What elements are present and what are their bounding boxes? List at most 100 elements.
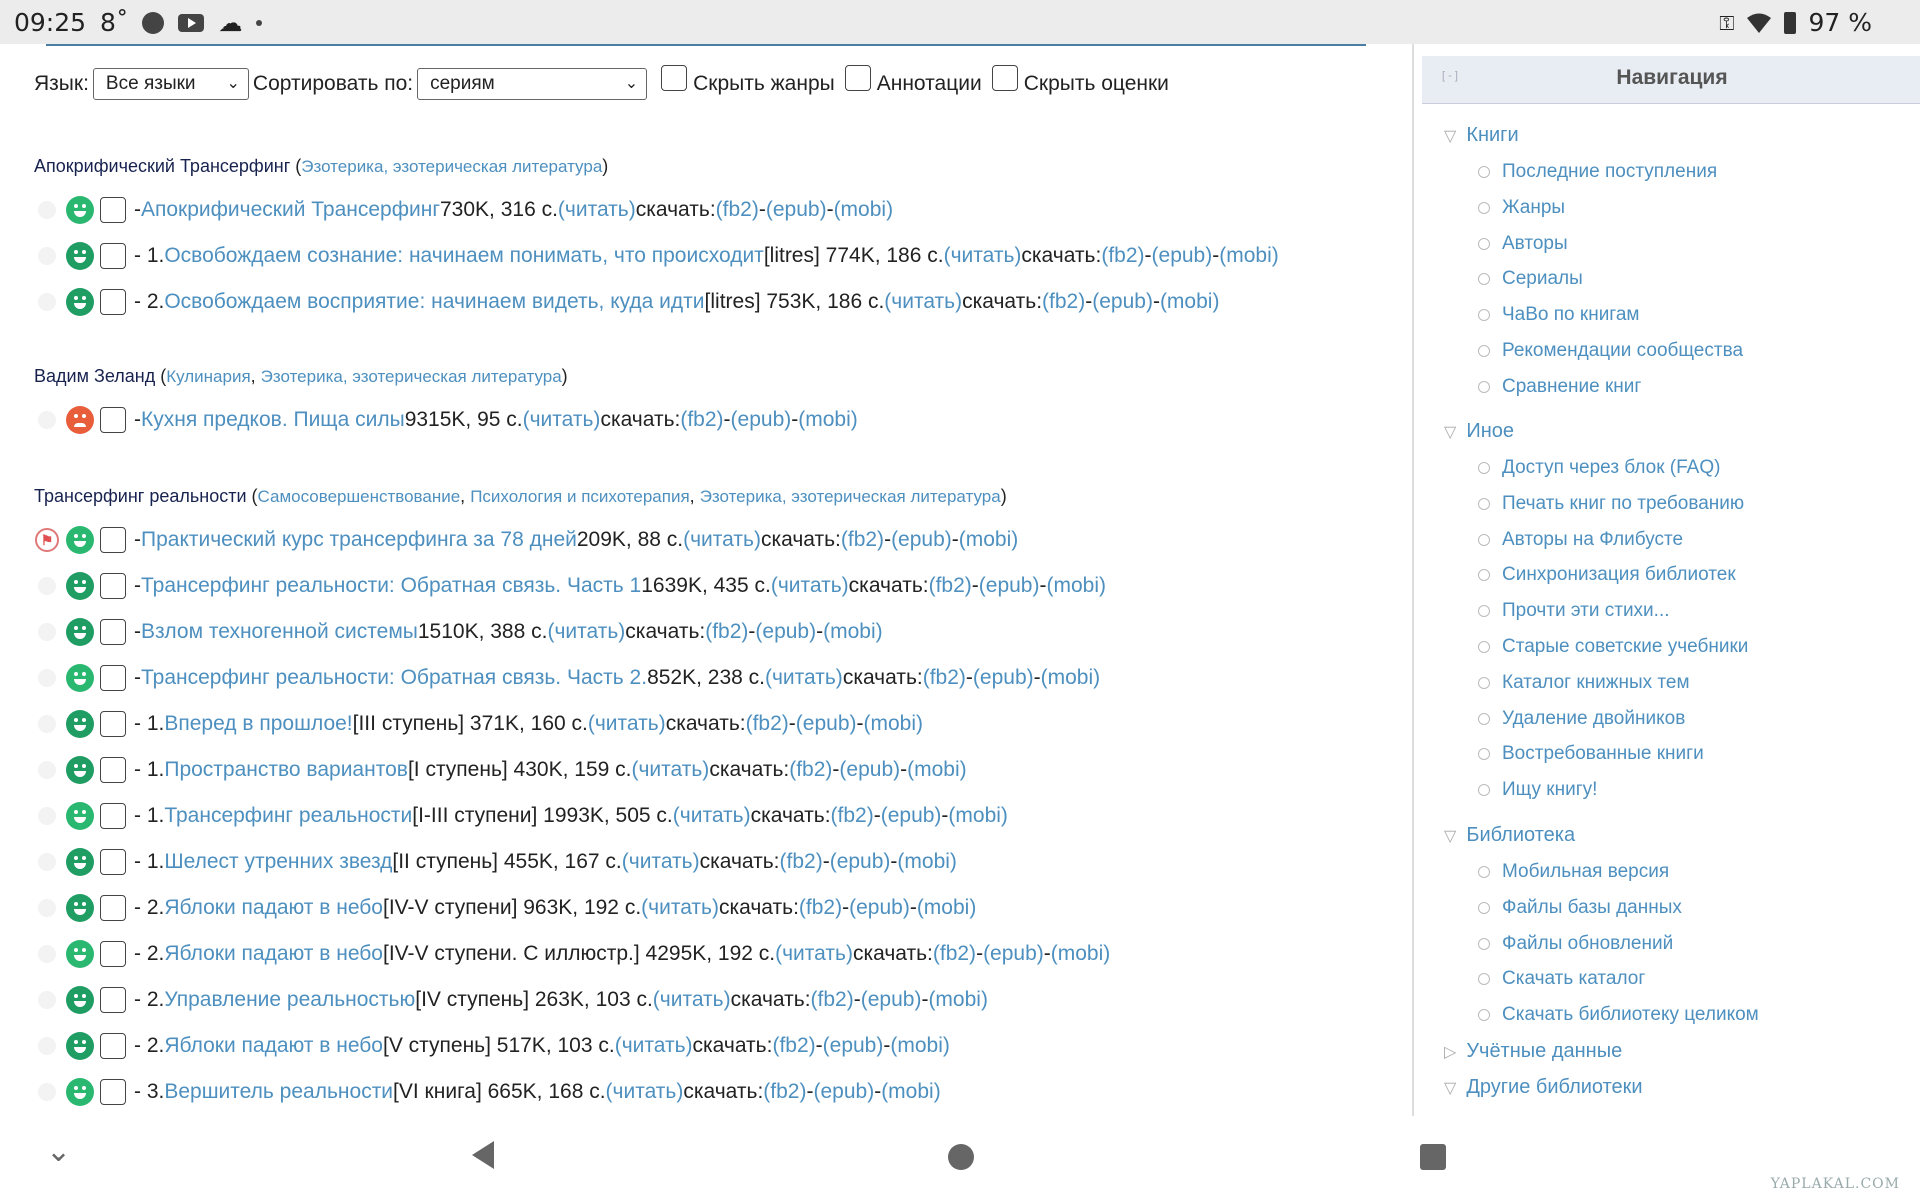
epub-link[interactable]: (epub) (983, 942, 1044, 966)
nav-item[interactable]: Старые советские учебники (1478, 636, 1748, 658)
select-checkbox[interactable] (100, 711, 126, 737)
book-title-link[interactable]: Взлом техногенной системы (141, 620, 418, 644)
group-title[interactable]: Вадим Зеланд (34, 366, 155, 386)
book-title-link[interactable]: Яблоки падают в небо (164, 942, 383, 966)
select-checkbox[interactable] (100, 619, 126, 645)
recents-icon[interactable] (1420, 1144, 1446, 1170)
read-link[interactable]: (читать) (765, 666, 843, 690)
mobi-link[interactable]: (mobi) (864, 712, 924, 736)
fb2-link[interactable]: (fb2) (705, 620, 748, 644)
epub-link[interactable]: (epub) (891, 528, 952, 552)
nav-item[interactable]: Авторы (1478, 233, 1568, 255)
fb2-link[interactable]: (fb2) (789, 758, 832, 782)
sort-select[interactable]: сериям ⌄ (417, 68, 648, 100)
select-checkbox[interactable] (100, 895, 126, 921)
mobi-link[interactable]: (mobi) (948, 804, 1008, 828)
nav-section-4[interactable]: ▽ Другие библиотеки (1444, 1076, 1643, 1099)
read-link[interactable]: (читать) (622, 850, 700, 874)
book-title-link[interactable]: Апокрифический Трансерфинг (141, 198, 440, 222)
fb2-link[interactable]: (fb2) (811, 988, 854, 1012)
nav-item[interactable]: Востребованные книги (1478, 743, 1704, 765)
book-title-link[interactable]: Яблоки падают в небо (164, 1034, 383, 1058)
fb2-link[interactable]: (fb2) (780, 850, 823, 874)
fb2-link[interactable]: (fb2) (763, 1080, 806, 1104)
epub-link[interactable]: (epub) (979, 574, 1040, 598)
fb2-link[interactable]: (fb2) (841, 528, 884, 552)
nav-section-3[interactable]: ▷ Учётные данные (1444, 1040, 1622, 1063)
nav-item[interactable]: Рекомендации сообщества (1478, 340, 1743, 362)
fb2-link[interactable]: (fb2) (1101, 244, 1144, 268)
mobi-link[interactable]: (mobi) (897, 850, 957, 874)
nav-item[interactable]: Скачать каталог (1478, 968, 1645, 990)
mobi-link[interactable]: (mobi) (1219, 244, 1279, 268)
read-link[interactable]: (читать) (631, 758, 709, 782)
nav-item[interactable]: Печать книг по требованию (1478, 493, 1744, 515)
select-checkbox[interactable] (100, 197, 126, 223)
book-title-link[interactable]: Управление реальностью (164, 988, 415, 1012)
epub-link[interactable]: (epub) (861, 988, 922, 1012)
epub-link[interactable]: (epub) (1092, 290, 1153, 314)
epub-link[interactable]: (epub) (796, 712, 857, 736)
nav-item[interactable]: Ищу книгу! (1478, 779, 1597, 801)
nav-section-1[interactable]: ▽ Иное (1444, 420, 1514, 443)
mobi-link[interactable]: (mobi) (917, 896, 977, 920)
book-title-link[interactable]: Пространство вариантов (164, 758, 408, 782)
book-title-link[interactable]: Освобождаем восприятие: начинаем видеть,… (164, 290, 704, 314)
read-link[interactable]: (читать) (547, 620, 625, 644)
mobi-link[interactable]: (mobi) (834, 198, 894, 222)
read-link[interactable]: (читать) (558, 198, 636, 222)
mobi-link[interactable]: (mobi) (959, 528, 1019, 552)
select-checkbox[interactable] (100, 1033, 126, 1059)
epub-link[interactable]: (epub) (830, 850, 891, 874)
select-checkbox[interactable] (100, 243, 126, 269)
fb2-link[interactable]: (fb2) (929, 574, 972, 598)
mobi-link[interactable]: (mobi) (907, 758, 967, 782)
mobi-link[interactable]: (mobi) (881, 1080, 941, 1104)
nav-item[interactable]: Файлы обновлений (1478, 933, 1673, 955)
book-title-link[interactable]: Практический курс трансерфинга за 78 дне… (141, 528, 577, 552)
epub-link[interactable]: (epub) (881, 804, 942, 828)
book-title-link[interactable]: Кухня предков. Пища силы (141, 408, 405, 432)
select-checkbox[interactable] (100, 665, 126, 691)
read-link[interactable]: (читать) (884, 290, 962, 314)
book-title-link[interactable]: Шелест утренних звезд (164, 850, 392, 874)
chevron-down-icon[interactable]: ⌄ (46, 1134, 71, 1169)
read-link[interactable]: (читать) (523, 408, 601, 432)
fb2-link[interactable]: (fb2) (772, 1034, 815, 1058)
language-select[interactable]: Все языки ⌄ (92, 68, 249, 100)
read-link[interactable]: (читать) (588, 712, 666, 736)
epub-link[interactable]: (epub) (755, 620, 816, 644)
genre-link[interactable]: Эзотерика, эзотерическая литература (261, 367, 562, 386)
fb2-link[interactable]: (fb2) (933, 942, 976, 966)
nav-item[interactable]: Доступ через блок (FAQ) (1478, 457, 1720, 479)
nav-item[interactable]: Последние поступления (1478, 161, 1717, 183)
book-title-link[interactable]: Яблоки падают в небо (164, 896, 383, 920)
read-link[interactable]: (читать) (775, 942, 853, 966)
nav-item[interactable]: Жанры (1478, 197, 1565, 219)
read-link[interactable]: (читать) (606, 1080, 684, 1104)
fb2-link[interactable]: (fb2) (1042, 290, 1085, 314)
select-checkbox[interactable] (100, 1079, 126, 1105)
book-title-link[interactable]: Вперед в прошлое! (164, 712, 352, 736)
epub-link[interactable]: (epub) (973, 666, 1034, 690)
nav-item[interactable]: Скачать библиотеку целиком (1478, 1004, 1759, 1026)
epub-link[interactable]: (epub) (731, 408, 792, 432)
group-title[interactable]: Апокрифический Трансерфинг (34, 156, 290, 176)
genre-link[interactable]: Психология и психотерапия (470, 487, 689, 506)
read-link[interactable]: (читать) (771, 574, 849, 598)
book-title-link[interactable]: Освобождаем сознание: начинаем понимать,… (164, 244, 763, 268)
nav-item[interactable]: Каталог книжных тем (1478, 672, 1690, 694)
fb2-link[interactable]: (fb2) (799, 896, 842, 920)
select-checkbox[interactable] (100, 573, 126, 599)
epub-link[interactable]: (epub) (849, 896, 910, 920)
book-title-link[interactable]: Вершитель реальности (164, 1080, 393, 1104)
book-title-link[interactable]: Трансерфинг реальности (164, 804, 412, 828)
select-checkbox[interactable] (100, 803, 126, 829)
fb2-link[interactable]: (fb2) (716, 198, 759, 222)
hide-genres-checkbox[interactable] (661, 65, 688, 91)
select-checkbox[interactable] (100, 407, 126, 433)
nav-item[interactable]: Файлы базы данных (1478, 897, 1682, 919)
nav-item[interactable]: Сравнение книг (1478, 376, 1641, 398)
genre-link[interactable]: Самосовершенствование (258, 487, 461, 506)
mobi-link[interactable]: (mobi) (1051, 942, 1111, 966)
